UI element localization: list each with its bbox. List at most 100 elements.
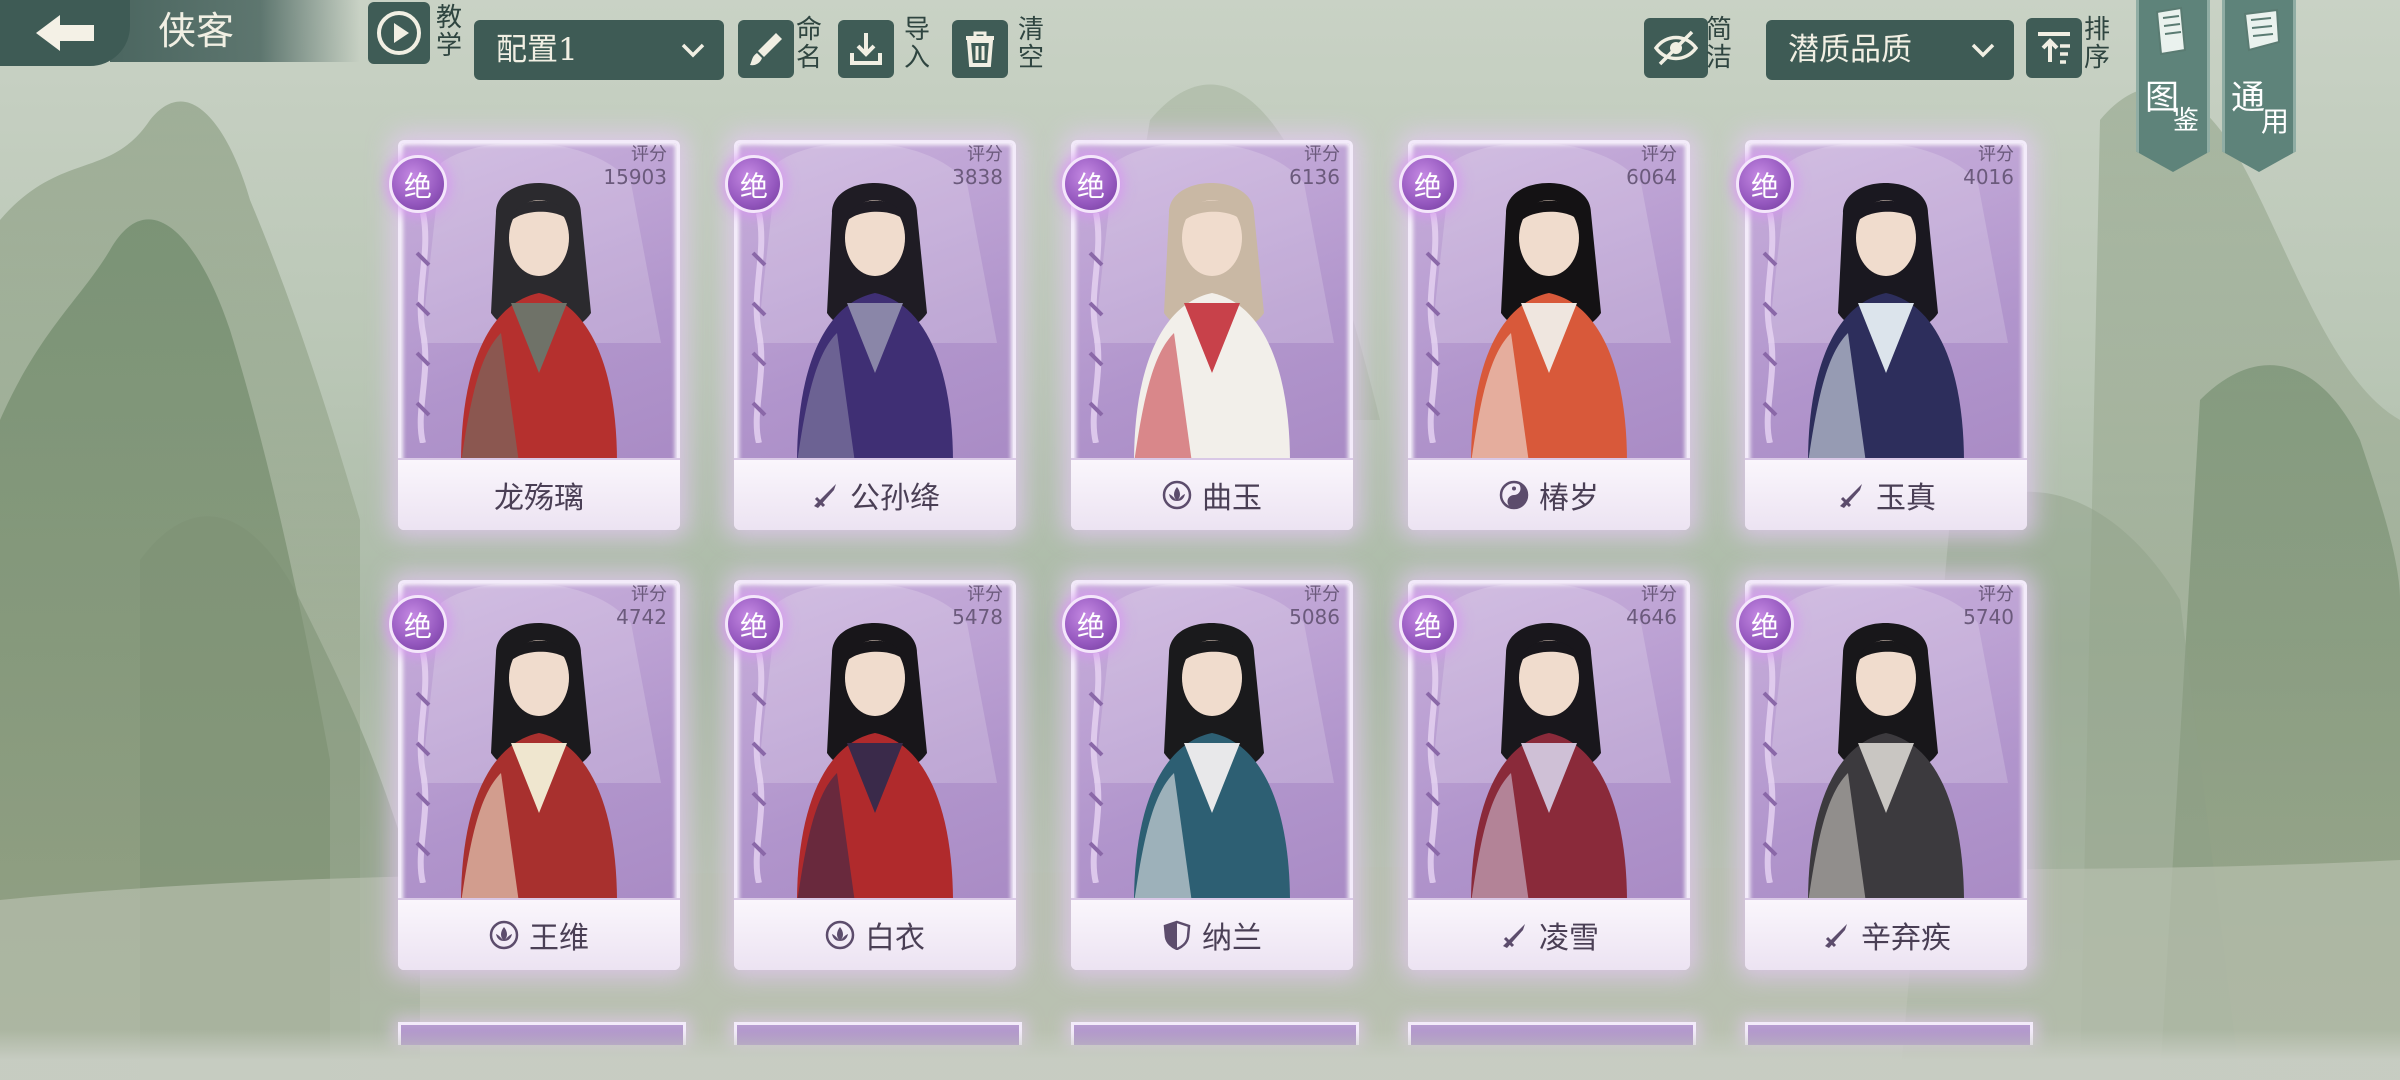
hero-name: 王维: [529, 921, 589, 956]
score-label: 评分: [967, 584, 1003, 605]
hero-score: 5740: [1963, 605, 2014, 629]
rank-ribbon: [751, 653, 767, 883]
hero-name: 纳兰: [1202, 921, 1262, 956]
lotus-icon: [825, 920, 855, 950]
tutorial-label: 教学: [435, 3, 462, 61]
simple-view-label: 简洁: [1705, 15, 1732, 73]
rank-badge: 绝: [389, 155, 447, 213]
score-label: 评分: [1978, 584, 2014, 605]
rank-badge: 绝: [1062, 595, 1120, 653]
score-label: 评分: [1304, 144, 1340, 165]
score-label: 评分: [1304, 584, 1340, 605]
top-bar: 侠客 教学 配置1 命名 导入 清 空 简 洁 潜质品质 排 序 图 鉴 通 用: [0, 0, 2400, 172]
score-label: 评分: [631, 144, 667, 165]
hero-score: 4646: [1626, 605, 1677, 629]
rank-badge: 绝: [389, 595, 447, 653]
sort-criteria-select[interactable]: 潜质品质: [1766, 20, 2014, 80]
rank-badge: 绝: [725, 155, 783, 213]
page-title-text: 侠客: [158, 9, 235, 53]
hero-card[interactable]: 绝 评分 4646 凌雪: [1399, 580, 1690, 970]
trash-icon: [966, 31, 994, 67]
hero-name: 白衣: [865, 921, 925, 956]
sort-button[interactable]: [2026, 18, 2082, 78]
hero-score: 4742: [616, 605, 667, 629]
rank-badge: 绝: [1736, 155, 1794, 213]
hero-score: 4016: [1963, 165, 2014, 189]
general-label-1: 通: [2231, 78, 2265, 118]
rank-ribbon: [751, 213, 767, 443]
rank-ribbon: [415, 213, 431, 443]
sword-icon: [814, 484, 836, 508]
codex-banner-button[interactable]: 图 鉴: [2136, 0, 2210, 172]
hero-name-bar: 王维: [398, 898, 680, 970]
rename-label: 命名: [795, 15, 822, 73]
lotus-icon: [1162, 480, 1192, 510]
rank-ribbon: [1762, 213, 1778, 443]
rank-ribbon: [1425, 213, 1441, 443]
hero-name: 椿岁: [1539, 481, 1599, 516]
config-select[interactable]: 配置1: [474, 20, 724, 80]
hero-card[interactable]: 绝 评分 4742 王维: [389, 580, 680, 970]
sword-icon: [1503, 924, 1525, 948]
hero-card[interactable]: 绝 评分 5086 纳兰: [1062, 580, 1353, 970]
hero-name: 玉真: [1876, 481, 1936, 516]
hero-score: 3838: [952, 165, 1003, 189]
play-icon: [377, 11, 421, 55]
hero-score: 5086: [1289, 605, 1340, 629]
sword-icon: [1825, 924, 1847, 948]
general-label-2: 用: [2261, 105, 2290, 138]
rank-badge: 绝: [1736, 595, 1794, 653]
back-button[interactable]: [0, 0, 130, 66]
import-button[interactable]: [838, 20, 894, 78]
general-banner-button[interactable]: 通 用: [2222, 0, 2296, 172]
tutorial-button[interactable]: [368, 2, 430, 64]
codex-label-2: 鉴: [2173, 106, 2200, 136]
sort-icon: [2038, 32, 2070, 64]
yinyang-icon: [1499, 480, 1529, 510]
rank-badge: 绝: [1399, 155, 1457, 213]
chevron-down-icon: [1971, 43, 1995, 58]
rank-ribbon: [1088, 653, 1104, 883]
book-icon: [2155, 6, 2187, 56]
hero-name: 辛弃疾: [1861, 921, 1951, 956]
score-label: 评分: [967, 144, 1003, 165]
hero-card[interactable]: 绝 评分 6064 椿岁: [1399, 140, 1690, 530]
score-label: 评分: [1978, 144, 2014, 165]
hero-name: 公孙绛: [850, 481, 940, 516]
hero-card[interactable]: 绝 评分 6136 曲玉: [1062, 140, 1353, 530]
shield-icon: [1163, 920, 1191, 950]
simple-view-button[interactable]: [1644, 18, 1708, 78]
rank-ribbon: [1088, 213, 1104, 443]
hero-card[interactable]: 绝 评分 15903 龙殇璃: [389, 140, 680, 530]
clear-label: 清空: [1017, 15, 1044, 73]
rank-ribbon: [1425, 653, 1441, 883]
score-label: 评分: [631, 584, 667, 605]
score-label: 评分: [1641, 584, 1677, 605]
hero-card[interactable]: 绝 评分 4016 玉真: [1736, 140, 2027, 530]
lotus-icon: [489, 920, 519, 950]
import-label: 导入: [903, 15, 930, 73]
hero-card[interactable]: 绝 评分 5740 辛弃疾: [1736, 580, 2027, 970]
hero-name-bar: 曲玉: [1071, 458, 1353, 530]
hero-name-bar: 龙殇璃: [398, 458, 680, 530]
bottom-mist: [0, 1030, 2400, 1080]
rank-ribbon: [1762, 653, 1778, 883]
clear-button[interactable]: [952, 20, 1008, 78]
rank-badge: 绝: [1062, 155, 1120, 213]
hero-name-bar: 凌雪: [1408, 898, 1690, 970]
hero-name: 曲玉: [1202, 481, 1262, 516]
brush-icon: [750, 33, 782, 66]
hero-score: 6064: [1626, 165, 1677, 189]
hero-card[interactable]: 绝 评分 5478 白衣: [725, 580, 1016, 970]
hero-name-bar: 公孙绛: [734, 458, 1016, 530]
chevron-down-icon: [681, 43, 705, 58]
download-icon: [850, 33, 882, 65]
hero-name-bar: 辛弃疾: [1745, 898, 2027, 970]
scroll-icon: [2243, 8, 2281, 52]
rename-button[interactable]: [738, 20, 794, 78]
hero-card[interactable]: 绝 评分 3838 公孙绛: [725, 140, 1016, 530]
score-label: 评分: [1641, 144, 1677, 165]
rank-ribbon: [415, 653, 431, 883]
hero-name-bar: 玉真: [1745, 458, 2027, 530]
sort-criteria-value: 潜质品质: [1788, 32, 1912, 68]
